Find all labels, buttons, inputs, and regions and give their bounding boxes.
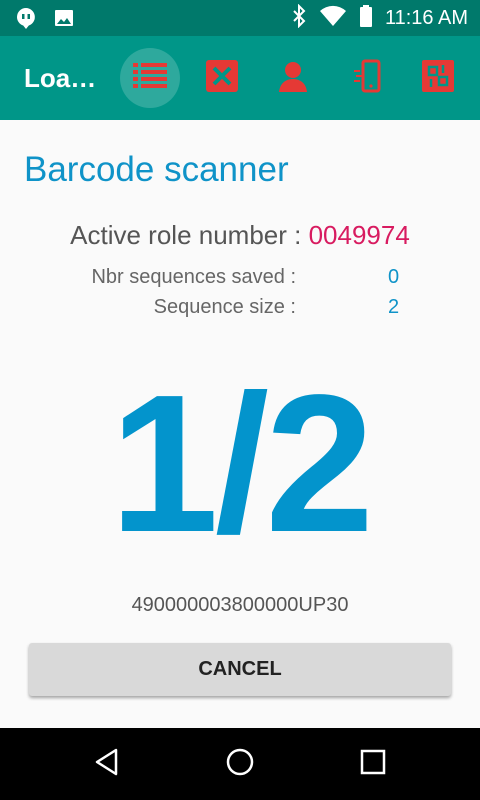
person-icon	[276, 59, 310, 98]
pallet-button[interactable]	[408, 48, 468, 108]
image-notification-icon	[52, 6, 76, 35]
battery-icon	[359, 4, 373, 33]
active-role-label: Active role number :	[70, 220, 309, 250]
close-box-icon	[205, 59, 239, 98]
status-time: 11:16 AM	[384, 6, 468, 29]
app-toolbar: Loa…	[0, 36, 480, 120]
phone-vibrate-button[interactable]	[339, 48, 399, 108]
wifi-icon	[319, 5, 347, 32]
cancel-button[interactable]: CANCEL	[29, 643, 451, 696]
phone-vibrate-icon	[352, 59, 386, 98]
recents-icon	[360, 749, 386, 780]
sequences-saved-label: Nbr sequences saved :	[91, 266, 296, 288]
barcode-value: 490000003800000UP30	[131, 594, 349, 616]
back-button[interactable]	[87, 746, 127, 782]
navigation-bar	[0, 728, 480, 800]
list-button[interactable]	[120, 48, 180, 108]
person-button[interactable]	[263, 48, 323, 108]
sequences-saved-value: 0	[388, 266, 400, 288]
list-icon	[133, 61, 167, 96]
pallet-icon	[421, 59, 455, 98]
sequence-size-label: Sequence size :	[153, 296, 296, 318]
chat-notification-icon	[14, 6, 38, 35]
recents-button[interactable]	[353, 746, 393, 782]
page-title: Barcode scanner	[24, 150, 289, 189]
back-icon	[94, 748, 120, 781]
home-icon	[225, 747, 255, 782]
bluetooth-icon	[291, 3, 307, 33]
active-role-line: Active role number : 0049974	[0, 220, 480, 251]
close-box-button[interactable]	[192, 48, 252, 108]
active-role-value: 0049974	[308, 220, 410, 250]
home-button[interactable]	[220, 746, 260, 782]
status-bar: 11:16 AM	[0, 0, 480, 36]
sequence-size-value: 2	[388, 296, 400, 318]
sequence-progress: 1/2	[109, 354, 374, 573]
toolbar-title: Loa…	[24, 63, 97, 93]
scanner-content: Barcode scanner Active role number : 004…	[0, 120, 480, 728]
